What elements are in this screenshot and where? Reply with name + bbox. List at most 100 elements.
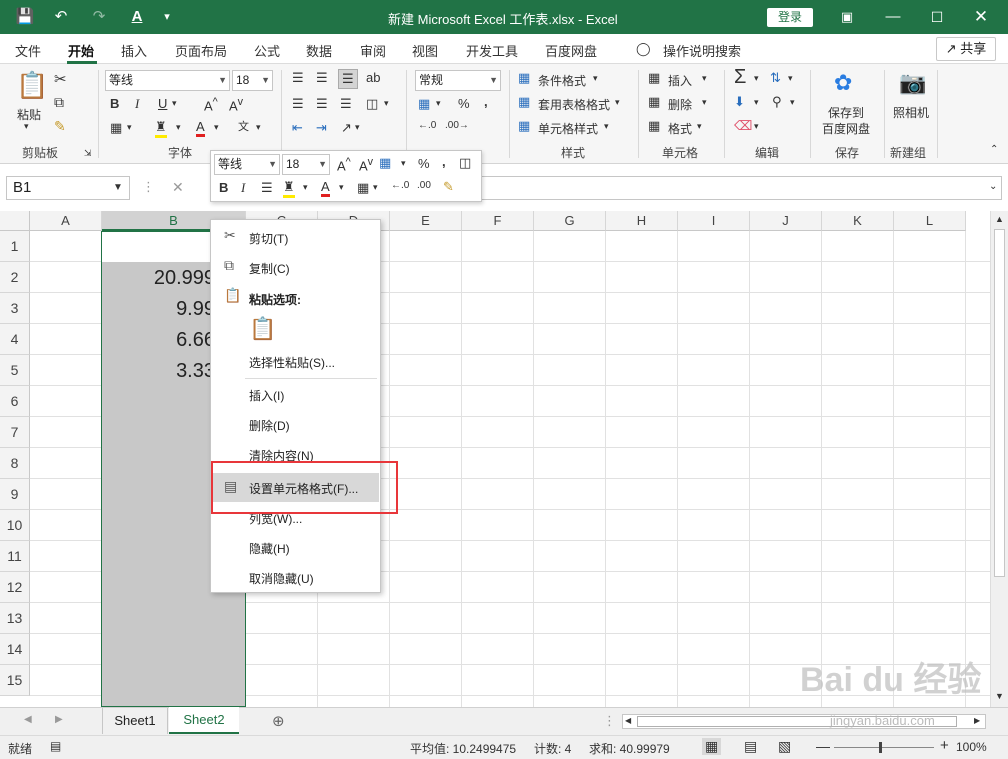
- tab-insert[interactable]: 插入: [121, 41, 147, 60]
- underline-icon[interactable]: U: [158, 96, 167, 111]
- row-header-2[interactable]: 2: [0, 262, 30, 293]
- row-header-4[interactable]: 4: [0, 324, 30, 355]
- wrap-text-icon[interactable]: ab: [366, 70, 380, 85]
- scroll-thumb[interactable]: [994, 229, 1005, 577]
- macro-record-icon[interactable]: ▤: [50, 739, 61, 753]
- chevron-down-icon[interactable]: ▾: [754, 73, 759, 84]
- decrease-font-icon[interactable]: Av: [229, 96, 243, 113]
- align-middle-icon[interactable]: ☰: [316, 70, 328, 86]
- row-header-5[interactable]: 5: [0, 355, 30, 386]
- sheet-tab-sheet2[interactable]: Sheet2: [169, 707, 239, 734]
- scroll-left-icon[interactable]: ◀: [625, 716, 631, 725]
- column-header-i[interactable]: I: [678, 211, 750, 231]
- tab-developer[interactable]: 开发工具: [466, 41, 518, 60]
- chevron-down-icon[interactable]: ▾: [214, 122, 219, 133]
- column-header-e[interactable]: E: [390, 211, 462, 231]
- border-icon[interactable]: ▦: [357, 180, 369, 196]
- collapse-ribbon-icon[interactable]: ⌃: [990, 144, 998, 155]
- row-header-14[interactable]: 14: [0, 634, 30, 665]
- align-left-icon[interactable]: ☰: [292, 96, 304, 112]
- cut-icon[interactable]: ✂: [54, 70, 67, 88]
- maximize-icon[interactable]: ☐: [926, 6, 948, 28]
- close-icon[interactable]: ✕: [970, 6, 992, 28]
- format-painter-icon[interactable]: ✎: [54, 118, 66, 135]
- italic-icon[interactable]: I: [241, 180, 245, 196]
- zoom-slider[interactable]: [834, 747, 934, 748]
- copy-icon[interactable]: ⧉: [54, 94, 64, 111]
- bold-icon[interactable]: B: [110, 96, 119, 111]
- border-icon[interactable]: ▦: [110, 120, 122, 136]
- chevron-down-icon[interactable]: ▾: [176, 122, 181, 133]
- decrease-font-icon[interactable]: Av: [359, 156, 373, 173]
- sort-filter-icon[interactable]: ⇅: [770, 70, 781, 86]
- zoom-in-icon[interactable]: +: [940, 737, 949, 754]
- camera-icon[interactable]: 📷: [899, 70, 926, 96]
- cell-b5[interactable]: 3.33: [102, 356, 215, 386]
- expand-formula-icon[interactable]: ⌄: [989, 181, 997, 192]
- row-header-13[interactable]: 13: [0, 603, 30, 634]
- menu-item-hide[interactable]: 隐藏(H): [249, 540, 290, 557]
- cell-b4[interactable]: 6.66: [102, 325, 215, 355]
- font-color-quick-icon[interactable]: A: [126, 6, 148, 28]
- chevron-down-icon[interactable]: ▾: [593, 73, 598, 84]
- column-header-l[interactable]: L: [894, 211, 966, 231]
- save-to-baidu-label-1[interactable]: 保存到: [828, 104, 864, 121]
- menu-item-delete[interactable]: 删除(D): [249, 417, 290, 434]
- paste-default-icon[interactable]: 📋: [249, 316, 276, 342]
- scroll-sheets-left-icon[interactable]: ◀: [24, 714, 32, 725]
- comma-style-icon[interactable]: ,: [484, 94, 488, 109]
- cell-b3[interactable]: 9.99: [102, 294, 215, 324]
- percent-icon[interactable]: %: [418, 156, 430, 171]
- align-top-icon[interactable]: ☰: [292, 70, 304, 86]
- menu-item-cut[interactable]: 剪切(T): [249, 230, 288, 247]
- cell-styles-icon[interactable]: ▦: [518, 118, 530, 134]
- row-header-6[interactable]: 6: [0, 386, 30, 417]
- fill-color-icon[interactable]: ♜: [283, 179, 295, 198]
- align-center-icon[interactable]: ☰: [316, 96, 328, 112]
- customize-toolbar-icon[interactable]: ▾: [156, 6, 178, 28]
- chevron-down-icon[interactable]: ▾: [339, 182, 344, 193]
- number-format-combo[interactable]: 常规 ▼: [415, 70, 501, 91]
- increase-decimal-icon[interactable]: ←.0: [391, 180, 409, 191]
- chevron-down-icon[interactable]: ▾: [384, 98, 389, 109]
- zoom-slider-thumb[interactable]: [879, 742, 882, 753]
- tab-page-layout[interactable]: 页面布局: [175, 41, 227, 60]
- row-header-12[interactable]: 12: [0, 572, 30, 603]
- accounting-format-icon[interactable]: ▦: [379, 155, 391, 171]
- paste-label[interactable]: 粘贴: [17, 106, 41, 123]
- accounting-format-icon[interactable]: ▦: [418, 96, 430, 112]
- percent-icon[interactable]: %: [458, 96, 470, 111]
- fill-color-icon[interactable]: ♜: [155, 119, 167, 138]
- chevron-down-icon[interactable]: ▾: [790, 97, 795, 108]
- autosum-icon[interactable]: Σ: [734, 66, 746, 89]
- clear-icon[interactable]: ⌫: [734, 118, 752, 134]
- fill-icon[interactable]: ⬇: [734, 94, 745, 110]
- column-header-g[interactable]: G: [534, 211, 606, 231]
- chevron-down-icon[interactable]: ▾: [303, 182, 308, 193]
- chevron-down-icon[interactable]: ▾: [754, 97, 759, 108]
- chevron-down-icon[interactable]: ▾: [702, 97, 707, 108]
- find-select-icon[interactable]: ⚲: [772, 94, 782, 110]
- align-right-icon[interactable]: ☰: [340, 96, 352, 112]
- chevron-down-icon[interactable]: ▾: [754, 121, 759, 132]
- font-size-combo[interactable]: 18 ▼: [232, 70, 273, 91]
- chevron-down-icon[interactable]: ▾: [355, 122, 360, 133]
- login-button[interactable]: 登录: [767, 8, 813, 27]
- row-header-10[interactable]: 10: [0, 510, 30, 541]
- menu-item-paste-special[interactable]: 选择性粘贴(S)...: [249, 354, 335, 371]
- font-name-combo[interactable]: 等线 ▼: [105, 70, 230, 91]
- align-center-icon[interactable]: ☰: [261, 180, 273, 196]
- font-color-icon[interactable]: A: [196, 119, 205, 137]
- chevron-down-icon[interactable]: ▾: [615, 97, 620, 108]
- row-header-11[interactable]: 11: [0, 541, 30, 572]
- chevron-down-icon[interactable]: ▾: [127, 122, 132, 133]
- undo-icon[interactable]: ↶: [50, 6, 72, 28]
- cell-styles-label[interactable]: 单元格样式: [538, 120, 598, 137]
- format-painter-icon[interactable]: ✎: [443, 179, 454, 195]
- scroll-up-icon[interactable]: ▲: [995, 214, 1004, 224]
- tab-file[interactable]: 文件: [15, 41, 41, 60]
- delete-cells-label[interactable]: 删除: [668, 96, 692, 113]
- increase-decimal-icon[interactable]: ←.0: [418, 120, 436, 131]
- tab-baidu-netdisk[interactable]: 百度网盘: [545, 41, 597, 60]
- name-box[interactable]: B1 ▼: [6, 176, 130, 200]
